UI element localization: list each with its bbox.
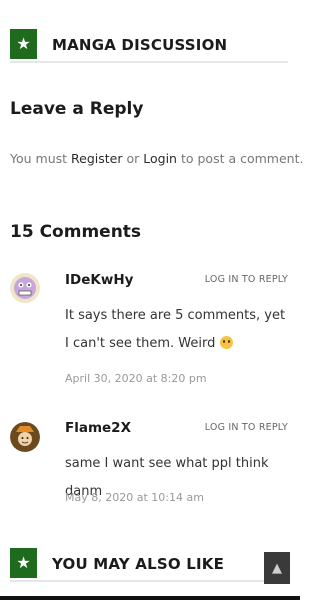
- comment-body: It says there are 5 comments, yet I can'…: [65, 308, 286, 351]
- you-may-also-like-header: ★ YOU MAY ALSO LIKE: [10, 548, 288, 582]
- login-to-reply-link[interactable]: LOG IN TO REPLY: [205, 274, 288, 285]
- comment-text: It says there are 5 comments, yet I can'…: [65, 302, 287, 358]
- section-title: MANGA DISCUSSION: [52, 36, 228, 54]
- login-link[interactable]: Login: [143, 151, 177, 166]
- comment-date[interactable]: May 8, 2020 at 10:14 am: [65, 491, 204, 504]
- manga-discussion-header: ★ MANGA DISCUSSION: [10, 29, 288, 63]
- login-prompt-prefix: You must: [10, 151, 68, 166]
- confused-face-icon: [219, 336, 233, 349]
- arrow-up-icon: ▲: [272, 560, 282, 576]
- back-to-top-button[interactable]: ▲: [264, 552, 290, 584]
- bottom-bar: [0, 596, 300, 600]
- comment-item: IDeKwHy LOG IN TO REPLY It says there ar…: [10, 272, 290, 392]
- avatar[interactable]: [10, 273, 40, 303]
- comment-author[interactable]: Flame2X: [65, 420, 131, 436]
- login-to-reply-link[interactable]: LOG IN TO REPLY: [205, 422, 288, 433]
- avatar[interactable]: [10, 422, 40, 452]
- register-link[interactable]: Register: [71, 151, 122, 166]
- comments-heading: 15 Comments: [10, 222, 142, 242]
- login-prompt: You must Register or Login to post a com…: [10, 151, 303, 166]
- comment-date[interactable]: April 30, 2020 at 8:20 pm: [65, 372, 207, 385]
- login-prompt-suffix: to post a comment.: [180, 151, 304, 166]
- login-prompt-or: or: [126, 151, 140, 166]
- star-icon: ★: [10, 548, 37, 578]
- star-icon: ★: [10, 29, 37, 59]
- section-title: YOU MAY ALSO LIKE: [52, 555, 225, 573]
- comment-item: Flame2X LOG IN TO REPLY same I want see …: [10, 420, 290, 510]
- leave-reply-heading: Leave a Reply: [10, 99, 144, 119]
- comment-author[interactable]: IDeKwHy: [65, 272, 133, 288]
